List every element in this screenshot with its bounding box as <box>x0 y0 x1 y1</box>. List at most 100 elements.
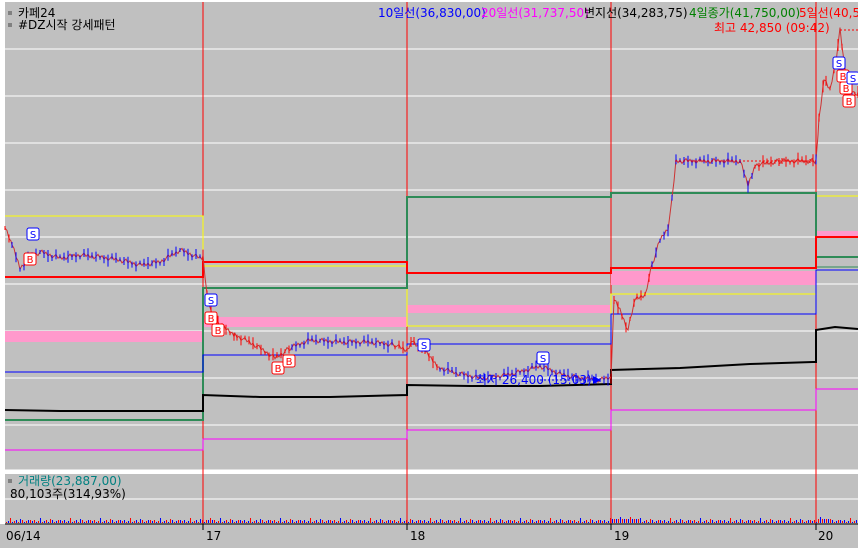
volume-bar <box>208 520 209 523</box>
volume-bar <box>788 521 789 523</box>
volume-bar <box>572 521 573 523</box>
volume-bar <box>268 520 269 523</box>
volume-bar <box>526 520 527 523</box>
volume-bar <box>534 522 535 523</box>
volume-bar <box>636 519 637 523</box>
volume-bar <box>756 522 757 523</box>
buy-signal-marker[interactable]: B <box>282 354 296 368</box>
volume-bar <box>680 519 681 523</box>
volume-bar <box>138 522 139 523</box>
low-label: 최저 26,400 (15:03) <box>476 373 592 387</box>
volume-bar <box>218 521 219 523</box>
volume-bar <box>222 522 223 523</box>
buy-signal-marker[interactable]: B <box>204 311 218 325</box>
volume-bar <box>348 522 349 523</box>
volume-bar <box>24 522 25 523</box>
volume-bar <box>276 522 277 523</box>
volume-bar <box>122 521 123 523</box>
volume-bar <box>86 521 87 523</box>
volume-bar <box>452 521 453 523</box>
volume-bar <box>254 521 255 523</box>
volume-bar <box>322 520 323 523</box>
buy-signal-marker[interactable]: B <box>23 252 37 266</box>
volume-bar <box>196 520 197 523</box>
volume-bar <box>476 521 477 523</box>
volume-bar <box>20 519 21 523</box>
volume-bar <box>8 521 9 523</box>
intraday-chart[interactable]: SBSBBBBSSSBBBS 06/14 17 18 19 20 카페24 10… <box>0 0 858 548</box>
volume-bar <box>816 522 817 523</box>
volume-bar <box>244 520 245 523</box>
volume-bar <box>420 520 421 523</box>
volume-bar <box>94 520 95 523</box>
volume-bar <box>284 521 285 523</box>
volume-bar <box>282 522 283 523</box>
volume-bar <box>170 519 171 523</box>
price-pane[interactable] <box>5 2 858 470</box>
volume-bar <box>444 522 445 523</box>
volume-bar <box>456 522 457 523</box>
volume-bar <box>258 522 259 523</box>
volume-bar <box>162 522 163 523</box>
volume-bar <box>394 520 395 523</box>
volume-bar <box>340 518 341 523</box>
volume-bar <box>116 521 117 523</box>
sell-signal-marker[interactable]: S <box>846 71 858 85</box>
sell-signal-marker[interactable]: S <box>536 351 550 365</box>
volume-bar <box>368 521 369 523</box>
volume-bar <box>50 519 51 523</box>
volume-bar <box>840 520 841 523</box>
volume-bar <box>100 518 101 523</box>
volume-bar <box>102 522 103 523</box>
volume-bar <box>504 522 505 523</box>
volume-bar <box>804 522 805 523</box>
sell-signal-marker[interactable]: S <box>204 293 218 307</box>
buy-signal-marker[interactable]: B <box>842 94 856 108</box>
volume-bar <box>418 520 419 523</box>
legend-close4: 4일종가(41,750,00) <box>689 6 800 20</box>
volume-bar <box>296 521 297 523</box>
volume-bar <box>304 520 305 523</box>
volume-bar <box>436 520 437 523</box>
volume-bar <box>854 521 855 523</box>
volume-bar <box>544 520 545 523</box>
volume-bar <box>342 522 343 523</box>
volume-bar <box>182 521 183 523</box>
volume-bar <box>650 519 651 523</box>
legend-ma5: 5일선(40,5 <box>799 6 858 20</box>
volume-bar <box>458 521 459 523</box>
sell-signal-marker[interactable]: S <box>417 338 431 352</box>
volume-bar <box>670 518 671 523</box>
volume-bar <box>724 520 725 523</box>
buy-signal-marker[interactable]: B <box>271 361 285 375</box>
volume-bar <box>678 522 679 523</box>
volume-bar <box>388 520 389 523</box>
volume-bar <box>234 522 235 523</box>
volume-bar <box>506 521 507 523</box>
volume-bar <box>152 521 153 523</box>
volume-bar <box>326 521 327 523</box>
volume-bar <box>586 520 587 523</box>
buy-signal-marker[interactable]: B <box>211 323 225 337</box>
volume-bar <box>666 522 667 523</box>
volume-bar <box>696 522 697 523</box>
volume-bar <box>718 520 719 523</box>
volume-bar <box>766 520 767 523</box>
volume-bar <box>14 521 15 523</box>
volume-bar <box>216 522 217 523</box>
sell-signal-marker[interactable]: S <box>26 227 40 241</box>
volume-bar <box>842 521 843 523</box>
volume-bar <box>438 522 439 523</box>
volume-bar <box>742 520 743 523</box>
volume-bar <box>314 521 315 523</box>
volume-bar <box>82 520 83 523</box>
volume-bar <box>350 519 351 523</box>
volume-bar <box>738 522 739 523</box>
stock-chart-window[interactable]: SBSBBBBSSSBBBS 06/14 17 18 19 20 카페24 10… <box>0 0 858 548</box>
volume-bar <box>150 520 151 523</box>
svg-text:S: S <box>208 296 214 307</box>
volume-bar <box>712 520 713 523</box>
volume-bar <box>426 522 427 523</box>
sell-signal-marker[interactable]: S <box>832 56 846 70</box>
volume-bar <box>264 522 265 523</box>
